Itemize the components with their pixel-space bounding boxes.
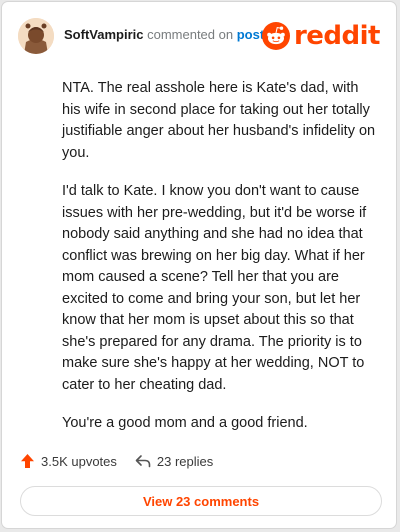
post-link[interactable]: post (237, 27, 264, 42)
action-text: commented on (147, 27, 234, 42)
comment-footer: 3.5K upvotes 23 replies (20, 450, 213, 472)
comment-header: SoftVampiric commented on post reddit (16, 16, 382, 56)
reddit-logo-icon (261, 22, 290, 50)
comment-paragraph: I'd talk to Kate. I know you don't want … (62, 183, 367, 393)
avatar-icon[interactable] (18, 18, 54, 54)
comment-body: NTA. The real asshole here is Kate's dad… (62, 78, 380, 452)
upvotes-label: 3.5K upvotes (41, 453, 117, 469)
replies-stat[interactable]: 23 replies (135, 454, 213, 469)
upvote-arrow-icon (21, 454, 34, 468)
reddit-logo-text: reddit (293, 21, 381, 51)
comment-card: SoftVampiric commented on post reddit NT… (1, 1, 397, 529)
comment-paragraph: You're a good mom and a good friend. (62, 415, 308, 431)
reply-arrow-icon (135, 455, 151, 468)
reddit-logo[interactable]: reddit (261, 21, 381, 51)
upvotes-stat[interactable]: 3.5K upvotes (20, 453, 117, 469)
comment-paragraph: NTA. The real asshole here is Kate's dad… (62, 80, 376, 161)
replies-label: 23 replies (156, 453, 214, 469)
username-link[interactable]: SoftVampiric (64, 27, 143, 42)
comment-meta: SoftVampiric commented on post (64, 27, 264, 43)
view-comments-button[interactable]: View 23 comments (20, 486, 382, 516)
